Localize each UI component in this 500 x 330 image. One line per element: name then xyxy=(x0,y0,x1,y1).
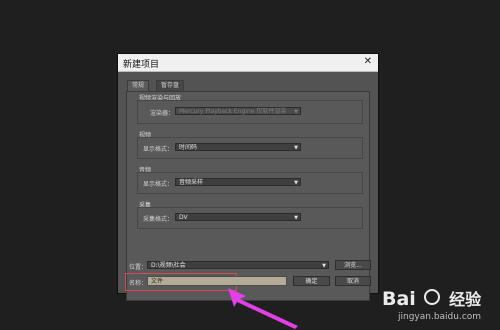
location-value: D:\视频\社会 xyxy=(151,262,186,269)
tab-general[interactable]: 常规 xyxy=(127,80,150,91)
watermark-brand-a: Bai xyxy=(382,288,416,310)
video-display-format-label: 显示格式： xyxy=(143,146,174,153)
close-icon[interactable]: ✕ xyxy=(364,56,372,67)
chevron-down-icon: ▼ xyxy=(322,263,326,269)
dialog-titlebar[interactable]: 新建项目 ✕ xyxy=(118,54,378,72)
video-display-format-select[interactable]: 时间码 ▼ xyxy=(175,143,301,151)
renderer-select: Mercury Playback Engine 仅软件渲染 ▼ xyxy=(175,107,301,115)
paw-icon xyxy=(424,289,441,305)
name-input[interactable]: 文件 xyxy=(147,276,287,286)
capture-format-select[interactable]: DV ▼ xyxy=(175,213,301,221)
location-select[interactable]: D:\视频\社会 ▼ xyxy=(147,261,329,269)
cancel-button[interactable]: 取消 xyxy=(335,276,371,286)
pointer-arrow-icon xyxy=(228,288,298,329)
chevron-down-icon: ▼ xyxy=(294,145,298,151)
audio-display-format-value: 音频采样 xyxy=(179,179,204,186)
browse-button[interactable]: 浏览... xyxy=(335,260,371,270)
watermark-url: jingyan.baidu.com xyxy=(398,312,482,322)
renderer-value: Mercury Playback Engine 仅软件渲染 xyxy=(179,108,287,115)
chevron-down-icon: ▼ xyxy=(294,180,298,186)
chevron-down-icon: ▼ xyxy=(294,109,298,115)
chevron-down-icon: ▼ xyxy=(294,215,298,221)
name-label: 名称： xyxy=(129,280,148,287)
tab-scratch-disks[interactable]: 暂存盘 xyxy=(156,80,185,91)
renderer-label: 渲染器： xyxy=(150,110,175,117)
capture-format-value: DV xyxy=(179,214,188,221)
capture-format-label: 采集格式： xyxy=(143,216,174,223)
watermark-brand: Bai 经验 xyxy=(382,286,481,310)
location-label: 位置： xyxy=(129,264,148,271)
video-display-format-value: 时间码 xyxy=(179,144,198,151)
audio-display-format-label: 显示格式： xyxy=(143,181,174,188)
watermark-brand-b: 经验 xyxy=(449,290,482,309)
audio-display-format-select[interactable]: 音频采样 ▼ xyxy=(175,178,301,186)
ok-button[interactable]: 确定 xyxy=(293,276,330,286)
dialog-title: 新建项目 xyxy=(123,60,160,70)
